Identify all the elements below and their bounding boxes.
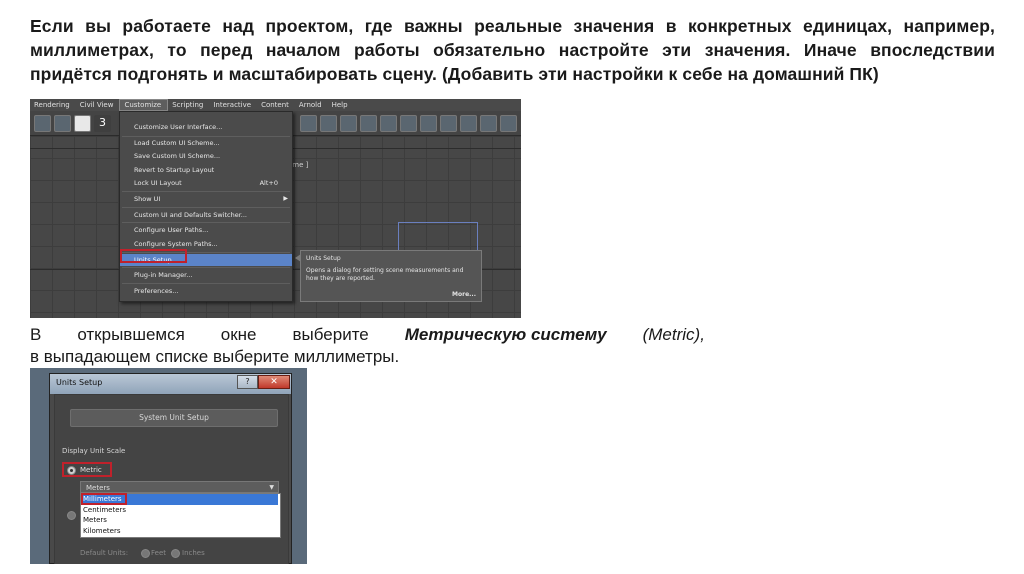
menu-bar: Rendering Civil View Customize Scripting… <box>30 99 521 111</box>
inches-radio[interactable] <box>171 549 180 558</box>
toolbar-icon-4[interactable] <box>360 115 377 132</box>
toolbar-icon-9[interactable] <box>460 115 477 132</box>
display-unit-scale-label: Display Unit Scale <box>62 447 126 455</box>
menu-separator <box>122 283 290 284</box>
submenu-arrow-icon: ▶ <box>283 195 288 202</box>
menu-separator <box>122 191 290 192</box>
toolbar-icon-11[interactable] <box>500 115 517 132</box>
menu-item-customize-ui[interactable]: Customize User Interface... <box>120 121 292 133</box>
menu-item-load-scheme[interactable]: Load Custom UI Scheme... <box>120 137 292 149</box>
option-centimeters[interactable]: Centimeters <box>81 505 278 516</box>
default-units-label: Default Units: <box>80 549 129 557</box>
toolbar-icon-1[interactable] <box>300 115 317 132</box>
close-button[interactable]: ✕ <box>258 375 290 389</box>
menu-item-ui-switcher[interactable]: Custom UI and Defaults Switcher... <box>120 209 292 221</box>
units-setup-highlight-box <box>120 249 187 263</box>
menu-separator <box>122 267 290 268</box>
move-icon[interactable] <box>54 115 71 132</box>
metric-units-select[interactable]: Meters ▼ <box>80 481 279 493</box>
units-setup-screenshot: Units Setup ? ✕ System Unit Setup Displa… <box>30 368 307 564</box>
intro-paragraph: Если вы работаете над проектом, где важн… <box>30 16 995 84</box>
shortcut-label: Alt+0 <box>259 179 278 187</box>
menu-content[interactable]: Content <box>257 99 295 111</box>
select-value: Meters <box>86 484 110 492</box>
toolbar-icon-8[interactable] <box>440 115 457 132</box>
menu-item-plugin-manager[interactable]: Plug-in Manager... <box>120 269 292 281</box>
tooltip-description: Opens a dialog for setting scene measure… <box>306 267 464 282</box>
menu-customize[interactable]: Customize <box>119 99 169 111</box>
option-kilometers[interactable]: Kilometers <box>81 526 278 537</box>
help-button[interactable]: ? <box>237 375 258 389</box>
option-meters[interactable]: Meters <box>81 515 278 526</box>
toolbar-icon-2[interactable] <box>320 115 337 132</box>
units-setup-dialog: Units Setup ? ✕ System Unit Setup Displa… <box>49 373 292 564</box>
instruction-word: окне <box>220 325 257 344</box>
dialog-body: System Unit Setup Display Unit Scale Met… <box>54 394 289 564</box>
toolbar-icon-7[interactable] <box>420 115 437 132</box>
toolbar-icon-6[interactable] <box>400 115 417 132</box>
menu-item-lock-ui[interactable]: Lock UI Layout Alt+0 <box>120 177 292 189</box>
instruction-word: В <box>30 325 42 344</box>
instruction-word: выберите <box>292 325 369 344</box>
tooltip-pointer <box>295 254 301 262</box>
menu-item-preferences[interactable]: Preferences... <box>120 285 292 297</box>
customize-dropdown-menu: Customize User Interface... Load Custom … <box>119 111 293 302</box>
menu-rendering[interactable]: Rendering <box>30 99 76 111</box>
menu-separator <box>122 207 290 208</box>
tooltip-title: Units Setup <box>306 255 341 262</box>
feet-label: Feet <box>151 549 167 557</box>
dialog-title: Units Setup <box>56 378 103 387</box>
instruction-metric-emphasis: Метрическую систему <box>404 325 607 344</box>
menu-item-show-ui[interactable]: Show UI ▶ <box>120 193 292 205</box>
instruction-paragraph: В открывшемся окне выберите Метрическую … <box>30 324 705 368</box>
menu-scripting[interactable]: Scripting <box>168 99 209 111</box>
menu-help[interactable]: Help <box>328 99 354 111</box>
tooltip-more-link[interactable]: More... <box>452 291 476 298</box>
system-unit-setup-button[interactable]: System Unit Setup <box>70 409 278 427</box>
menu-separator <box>122 222 290 223</box>
snap-icon[interactable] <box>74 115 91 132</box>
menu-item-user-paths[interactable]: Configure User Paths... <box>120 224 292 236</box>
feet-radio[interactable] <box>141 549 150 558</box>
metric-highlight-box <box>62 462 112 477</box>
menu-civil-view[interactable]: Civil View <box>76 99 120 111</box>
menu-item-revert-layout[interactable]: Revert to Startup Layout <box>120 164 292 176</box>
snap-3d-icon[interactable]: 3 <box>94 115 111 132</box>
menu-arnold[interactable]: Arnold <box>295 99 328 111</box>
millimeters-highlight-box <box>81 493 127 505</box>
units-setup-tooltip: Units Setup Opens a dialog for setting s… <box>295 250 482 302</box>
instruction-line-2: в выпадающем списке выберите миллиметры. <box>30 347 400 366</box>
customize-menu-screenshot: Rendering Civil View Customize Scripting… <box>30 99 521 318</box>
instruction-line-1: В открывшемся окне выберите Метрическую … <box>30 324 705 346</box>
menu-item-save-scheme[interactable]: Save Custom UI Scheme... <box>120 150 292 162</box>
inches-label: Inches <box>182 549 205 557</box>
toolbar-icon-5[interactable] <box>380 115 397 132</box>
menu-interactive[interactable]: Interactive <box>209 99 257 111</box>
select-filter-icon[interactable] <box>34 115 51 132</box>
instruction-word: открывшемся <box>77 325 185 344</box>
instruction-metric-note: (Metric), <box>642 325 705 344</box>
us-standard-radio[interactable] <box>67 511 76 520</box>
toolbar-icon-10[interactable] <box>480 115 497 132</box>
toolbar-icon-3[interactable] <box>340 115 357 132</box>
dialog-titlebar[interactable]: Units Setup ? ✕ <box>50 374 291 394</box>
